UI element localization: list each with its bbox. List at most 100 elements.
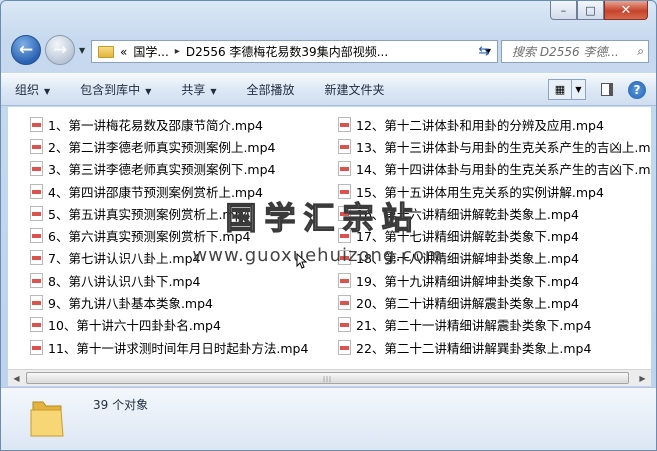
help-icon: ? bbox=[633, 82, 641, 97]
horizontal-scrollbar[interactable]: ◀ ||| ▶ bbox=[8, 369, 651, 386]
video-file-icon bbox=[30, 205, 43, 221]
mouse-cursor-icon bbox=[296, 253, 308, 269]
navigation-bar: ← → ▼ « 国学... ▸ D2556 李德梅花易数39集内部视频... ▼… bbox=[1, 31, 656, 69]
file-item[interactable]: 5、第五讲真实预测案例赏析上.mp4 bbox=[30, 202, 308, 224]
video-file-icon bbox=[338, 138, 351, 154]
file-item[interactable]: 18、第十八讲精细讲解坤卦类象上.mp4 bbox=[338, 247, 651, 269]
file-name: 12、第十二讲体卦和用卦的分辨及应用.mp4 bbox=[356, 117, 604, 133]
file-name: 8、第八讲认识八卦下.mp4 bbox=[48, 273, 201, 289]
play-all-button[interactable]: 全部播放 bbox=[247, 81, 295, 98]
recent-pages-dropdown[interactable]: ▼ bbox=[79, 46, 85, 55]
scroll-right-button[interactable]: ▶ bbox=[634, 370, 651, 387]
scroll-left-button[interactable]: ◀ bbox=[8, 370, 25, 387]
file-item[interactable]: 7、第七讲认识八卦上.mp4 bbox=[30, 247, 308, 269]
file-item[interactable]: 8、第八讲认识八卦下.mp4 bbox=[30, 269, 308, 291]
search-icon[interactable]: ⌕ bbox=[637, 44, 644, 59]
breadcrumb-separator[interactable]: ▸ bbox=[175, 46, 180, 57]
arrow-right-icon: → bbox=[52, 40, 68, 60]
file-item[interactable]: 13、第十三讲体卦与用卦的生克关系产生的吉凶上.mp4 bbox=[338, 135, 651, 157]
scroll-thumb[interactable]: ||| bbox=[26, 372, 629, 384]
help-button[interactable]: ? bbox=[628, 80, 646, 99]
file-name: 3、第三讲李德老师真实预测案例下.mp4 bbox=[48, 162, 276, 178]
file-name: 21、第二十一讲精细讲解震卦类象下.mp4 bbox=[356, 318, 592, 334]
file-item[interactable]: 14、第十四讲体卦与用卦的生克关系产生的吉凶下.mp4 bbox=[338, 158, 651, 180]
video-file-icon bbox=[338, 116, 351, 132]
new-folder-button[interactable]: 新建文件夹 bbox=[325, 81, 385, 98]
include-in-library-menu[interactable]: 包含到库中 ▼ bbox=[80, 81, 151, 98]
view-dropdown[interactable]: ▼ bbox=[572, 79, 586, 100]
file-name: 18、第十八讲精细讲解坤卦类象上.mp4 bbox=[356, 251, 579, 267]
refresh-icon: ⇆ bbox=[478, 44, 490, 59]
file-item[interactable]: 15、第十五讲体用生克关系的实例讲解.mp4 bbox=[338, 180, 651, 202]
file-name: 13、第十三讲体卦与用卦的生克关系产生的吉凶上.mp4 bbox=[356, 139, 651, 155]
chevron-down-icon: ▼ bbox=[145, 87, 152, 96]
organize-menu[interactable]: 组织 ▼ bbox=[15, 81, 50, 98]
video-file-icon bbox=[30, 272, 43, 288]
file-name: 6、第六讲真实预测案例赏析下.mp4 bbox=[48, 229, 251, 245]
back-button[interactable]: ← bbox=[11, 35, 41, 65]
video-file-icon bbox=[338, 161, 351, 177]
chevron-down-icon: ▼ bbox=[44, 87, 51, 96]
file-item[interactable]: 3、第三讲李德老师真实预测案例下.mp4 bbox=[30, 158, 308, 180]
caption-buttons: – □ ✕ bbox=[550, 1, 648, 20]
file-item[interactable]: 17、第十七讲精细讲解乾卦类象下.mp4 bbox=[338, 224, 651, 246]
video-file-icon bbox=[30, 116, 43, 132]
share-menu[interactable]: 共享 ▼ bbox=[181, 81, 216, 98]
file-list: 1、第一讲梅花易数及邵康节简介.mp4 2、第二讲李德老师真实预测案例上.mp4 3… bbox=[8, 107, 651, 369]
video-file-icon bbox=[338, 250, 351, 266]
forward-button[interactable]: → bbox=[45, 35, 75, 65]
breadcrumb-segment[interactable]: 国学... bbox=[133, 43, 168, 60]
file-item[interactable]: 19、第十九讲精细讲解坤卦类象下.mp4 bbox=[338, 269, 651, 291]
video-file-icon bbox=[30, 295, 43, 311]
file-item[interactable]: 16、第十六讲精细讲解乾卦类象上.mp4 bbox=[338, 202, 651, 224]
minimize-button[interactable]: – bbox=[550, 1, 577, 20]
explorer-window: – □ ✕ ← → ▼ « 国学... ▸ D2556 李德梅花易数39集内部视… bbox=[0, 0, 657, 451]
maximize-button[interactable]: □ bbox=[577, 1, 604, 20]
file-item[interactable]: 11、第十一讲求测时间年月日时起卦方法.mp4 bbox=[30, 336, 308, 358]
video-file-icon bbox=[338, 339, 351, 355]
organize-label: 组织 bbox=[15, 83, 40, 97]
file-item[interactable]: 6、第六讲真实预测案例赏析下.mp4 bbox=[30, 224, 308, 246]
file-item[interactable]: 4、第四讲邵康节预测案例赏析上.mp4 bbox=[30, 180, 308, 202]
video-file-icon bbox=[30, 250, 43, 266]
share-label: 共享 bbox=[181, 83, 206, 97]
change-view-button[interactable]: ▦ bbox=[548, 79, 572, 100]
file-column-left: 1、第一讲梅花易数及邵康节简介.mp4 2、第二讲李德老师真实预测案例上.mp4 3… bbox=[30, 113, 308, 358]
video-file-icon bbox=[338, 205, 351, 221]
file-item[interactable]: 10、第十讲六十四卦卦名.mp4 bbox=[30, 314, 308, 336]
video-file-icon bbox=[338, 295, 351, 311]
file-item[interactable]: 22、第二十二讲精细讲解巽卦类象上.mp4 bbox=[338, 336, 651, 358]
preview-pane-button[interactable] bbox=[596, 79, 618, 100]
item-count: 39 个对象 bbox=[93, 398, 149, 412]
details-pane: 39 个对象 bbox=[1, 387, 656, 450]
search-input[interactable]: 搜索 D2556 李德... ⌕ bbox=[501, 40, 649, 63]
file-name: 2、第二讲李德老师真实预测案例上.mp4 bbox=[48, 139, 276, 155]
file-name: 1、第一讲梅花易数及邵康节简介.mp4 bbox=[48, 117, 263, 133]
file-name: 4、第四讲邵康节预测案例赏析上.mp4 bbox=[48, 184, 263, 200]
file-name: 17、第十七讲精细讲解乾卦类象下.mp4 bbox=[356, 229, 579, 245]
file-name: 19、第十九讲精细讲解坤卦类象下.mp4 bbox=[356, 273, 579, 289]
file-item[interactable]: 2、第二讲李德老师真实预测案例上.mp4 bbox=[30, 135, 308, 157]
file-name: 20、第二十讲精细讲解震卦类象上.mp4 bbox=[356, 296, 579, 312]
file-name: 14、第十四讲体卦与用卦的生克关系产生的吉凶下.mp4 bbox=[356, 162, 651, 178]
video-file-icon bbox=[30, 161, 43, 177]
include-label: 包含到库中 bbox=[80, 83, 141, 97]
file-name: 5、第五讲真实预测案例赏析上.mp4 bbox=[48, 206, 251, 222]
file-item[interactable]: 21、第二十一讲精细讲解震卦类象下.mp4 bbox=[338, 314, 651, 336]
file-name: 16、第十六讲精细讲解乾卦类象上.mp4 bbox=[356, 206, 579, 222]
file-item[interactable]: 9、第九讲八卦基本类象.mp4 bbox=[30, 291, 308, 313]
file-item[interactable]: 1、第一讲梅花易数及邵康节简介.mp4 bbox=[30, 113, 308, 135]
file-item[interactable]: 12、第十二讲体卦和用卦的分辨及应用.mp4 bbox=[338, 113, 651, 135]
file-name: 7、第七讲认识八卦上.mp4 bbox=[48, 251, 201, 267]
close-button[interactable]: ✕ bbox=[604, 1, 648, 20]
breadcrumb-segment[interactable]: D2556 李德梅花易数39集内部视频... bbox=[186, 43, 388, 60]
video-file-icon bbox=[338, 183, 351, 199]
file-item[interactable]: 20、第二十讲精细讲解震卦类象上.mp4 bbox=[338, 291, 651, 313]
address-bar[interactable]: « 国学... ▸ D2556 李德梅花易数39集内部视频... ▼ bbox=[91, 40, 498, 63]
video-file-icon bbox=[338, 228, 351, 244]
file-name: 15、第十五讲体用生克关系的实例讲解.mp4 bbox=[356, 184, 604, 200]
refresh-button[interactable]: ⇆ bbox=[470, 40, 498, 63]
command-bar: 组织 ▼ 包含到库中 ▼ 共享 ▼ 全部播放 新建文件夹 ▦ ▼ ? bbox=[1, 73, 656, 106]
address-overflow[interactable]: « bbox=[120, 45, 127, 59]
preview-pane-icon bbox=[601, 83, 613, 96]
